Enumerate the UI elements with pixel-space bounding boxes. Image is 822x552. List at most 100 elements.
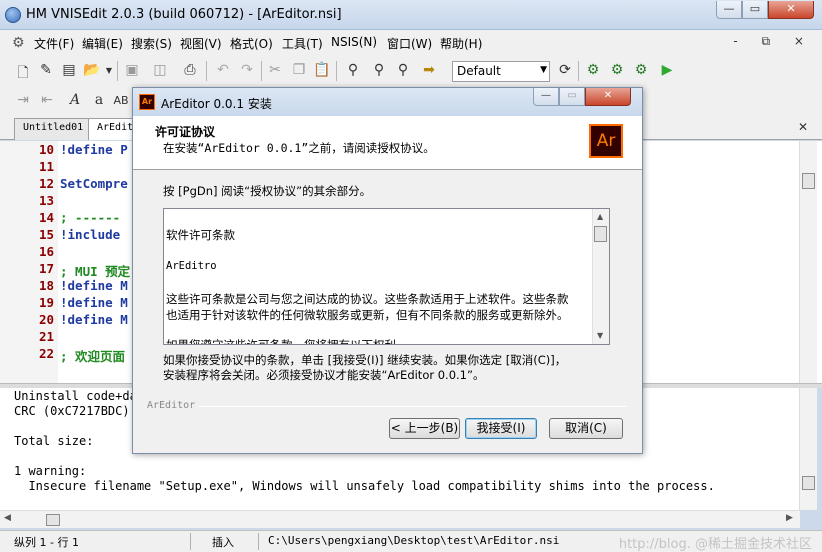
new-file-icon[interactable]: 🗋 xyxy=(14,62,32,86)
insert-mode: 插入 xyxy=(212,536,234,549)
scroll-right-icon[interactable]: ▶ xyxy=(786,513,793,523)
watermark: http://blog. @稀土掘金技术社区 xyxy=(618,537,812,552)
style-select-value: Default xyxy=(457,64,501,78)
run-icon[interactable]: ▶ xyxy=(658,62,676,78)
toolbar-separator xyxy=(117,61,118,81)
scroll-down-icon[interactable]: ▼ xyxy=(597,331,603,340)
menu-help[interactable]: 帮助(H) xyxy=(440,35,482,52)
menu-nsis[interactable]: NSIS(N) xyxy=(331,35,377,49)
cursor-position: 纵列 1 - 行 1 xyxy=(14,536,79,549)
indent-icon[interactable]: ⇥ xyxy=(14,92,32,108)
print-icon[interactable]: ⎙ xyxy=(181,62,199,78)
menu-search[interactable]: 搜索(S) xyxy=(131,35,172,52)
license-scrollbar[interactable]: ▲ ▼ xyxy=(592,209,609,344)
font-style-icon[interactable]: AB xyxy=(112,94,130,107)
line-number: 14 xyxy=(38,210,54,225)
settings-icon[interactable]: ⟳ xyxy=(556,62,574,78)
outdent-icon[interactable]: ⇤ xyxy=(38,92,56,108)
license-line: 如果您遵守这些许可条款，您将拥有以下权利。 xyxy=(166,338,408,345)
dialog-title-bar[interactable]: Ar ArEditor 0.0.1 安装 — ▭ ✕ xyxy=(133,88,642,116)
menu-edit[interactable]: 编辑(E) xyxy=(82,35,123,52)
line-number: 17 xyxy=(38,261,54,276)
line-number: 19 xyxy=(38,295,54,310)
line-code: SetCompre xyxy=(60,176,128,191)
compile-icon[interactable]: ⚙ xyxy=(584,62,602,78)
cancel-button[interactable]: 取消(C) xyxy=(549,418,623,439)
dialog-title: ArEditor 0.0.1 安装 xyxy=(161,97,272,111)
dialog-close-button[interactable]: ✕ xyxy=(585,88,631,106)
license-instruction: 按 [PgDn] 阅读“授权协议”的其余部分。 xyxy=(163,184,372,198)
back-button[interactable]: < 上一步(B) xyxy=(389,418,460,439)
scroll-up-icon[interactable]: ▲ xyxy=(597,212,603,221)
menu-tools[interactable]: 工具(T) xyxy=(282,35,323,52)
font-bold-icon[interactable]: A xyxy=(66,92,84,108)
open-icon[interactable]: 📂 xyxy=(83,62,101,78)
installer-dialog: Ar ArEditor 0.0.1 安装 — ▭ ✕ 许可证协议 在安装“ArE… xyxy=(132,87,643,454)
license-line: ArEditro xyxy=(166,260,217,272)
menu-view[interactable]: 视图(V) xyxy=(180,35,222,52)
line-number: 12 xyxy=(38,176,54,191)
scrollbar-thumb[interactable] xyxy=(594,226,607,242)
dialog-minimize-button[interactable]: — xyxy=(533,88,559,106)
cut-icon[interactable]: ✂ xyxy=(266,62,284,78)
menu-file[interactable]: 文件(F) xyxy=(34,35,74,52)
line-number: 22 xyxy=(38,346,54,361)
save-all-icon[interactable]: ◫ xyxy=(151,62,169,78)
editor-vertical-scrollbar[interactable] xyxy=(799,141,817,383)
dialog-header: 许可证协议 在安装“ArEditor 0.0.1”之前，请阅读授权协议。 Ar xyxy=(133,116,642,170)
scrollbar-thumb[interactable] xyxy=(46,514,60,526)
compile-run-icon[interactable]: ⚙ xyxy=(608,62,626,78)
output-line: 1 warning: xyxy=(14,464,87,478)
license-text-box[interactable]: 软件许可条款 ArEditro 这些许可条款是公司与您之间达成的协议。这些条款适… xyxy=(163,208,610,345)
toolbar-separator xyxy=(206,61,207,81)
areditor-app-icon: Ar xyxy=(139,94,155,110)
minimize-button[interactable]: — xyxy=(716,1,742,19)
find-next-icon[interactable]: ⚲ xyxy=(370,62,388,78)
dialog-maximize-button[interactable]: ▭ xyxy=(559,88,585,106)
maximize-button[interactable]: ▭ xyxy=(742,1,768,19)
save-icon[interactable]: ▣ xyxy=(123,62,141,78)
output-line: Total size: xyxy=(14,434,94,448)
template-icon[interactable]: ▤ xyxy=(60,62,78,78)
accept-button[interactable]: 我接受(I) xyxy=(465,418,537,439)
tab-untitled01[interactable]: Untitled01 xyxy=(14,118,93,140)
redo-icon[interactable]: ↷ xyxy=(238,62,256,78)
line-number: 16 xyxy=(38,244,54,259)
output-horizontal-scrollbar[interactable]: ◀ ▶ xyxy=(0,510,800,528)
paste-icon[interactable]: 📋 xyxy=(313,62,331,78)
menu-window[interactable]: 窗口(W) xyxy=(387,35,432,52)
installer-brand: ArEditor xyxy=(147,400,196,411)
font-normal-icon[interactable]: a xyxy=(90,92,108,108)
replace-icon[interactable]: ⚲ xyxy=(394,62,412,78)
document-icon[interactable]: ⚙ xyxy=(12,35,25,51)
line-code: !define M xyxy=(60,295,128,310)
wizard-icon[interactable]: ✎ xyxy=(37,62,55,78)
mdi-window-controls[interactable]: - ⧉ × xyxy=(733,34,814,49)
line-code: ; ------ xyxy=(60,210,121,225)
close-button[interactable]: ✕ xyxy=(768,1,814,19)
scrollbar-thumb[interactable] xyxy=(802,173,815,189)
window-title: HM VNISEdit 2.0.3 (build 060712) - [ArEd… xyxy=(26,7,342,22)
line-number: 21 xyxy=(38,329,54,344)
menu-format[interactable]: 格式(O) xyxy=(230,35,273,52)
areditor-logo: Ar xyxy=(589,124,623,158)
goto-icon[interactable]: ➡ xyxy=(420,62,438,78)
title-bar[interactable]: HM VNISEdit 2.0.3 (build 060712) - [ArEd… xyxy=(0,0,822,30)
line-code: ; 欢迎页面 xyxy=(60,349,126,364)
toolbar-separator xyxy=(336,61,337,81)
style-select[interactable]: Default ▼ xyxy=(452,61,550,82)
line-number: 20 xyxy=(38,312,54,327)
page-subheading: 在安装“ArEditor 0.0.1”之前，请阅读授权协议。 xyxy=(163,141,435,155)
app-globe-icon xyxy=(5,7,21,23)
find-icon[interactable]: ⚲ xyxy=(344,62,362,78)
output-line: Insecure filename "Setup.exe", Windows w… xyxy=(14,479,715,493)
undo-icon[interactable]: ↶ xyxy=(214,62,232,78)
output-vertical-scrollbar[interactable] xyxy=(799,388,817,510)
dropdown-icon[interactable]: ▼ xyxy=(100,66,118,75)
scroll-left-icon[interactable]: ◀ xyxy=(4,513,11,523)
copy-icon[interactable]: ❐ xyxy=(290,62,308,78)
line-number: 13 xyxy=(38,193,54,208)
compile-all-icon[interactable]: ⚙ xyxy=(632,62,650,78)
close-tab-icon[interactable]: ✕ xyxy=(798,120,808,134)
scrollbar-thumb[interactable] xyxy=(802,476,815,490)
